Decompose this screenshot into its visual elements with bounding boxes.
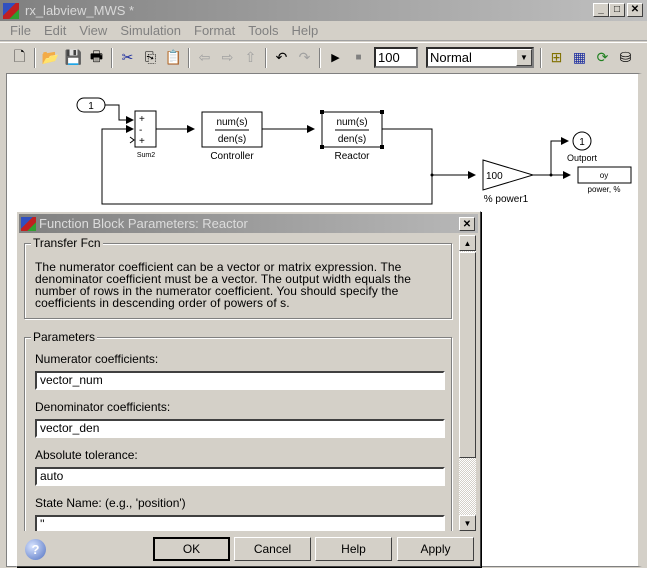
menu-tools[interactable]: Tools — [242, 23, 285, 38]
copy-icon[interactable]: ⎘ — [139, 47, 162, 69]
close-button[interactable]: ✕ — [627, 3, 643, 17]
reactor-den: den(s) — [338, 134, 366, 145]
gain-block[interactable]: 100 % power1 — [482, 159, 535, 205]
menu-format[interactable]: Format — [188, 23, 242, 38]
numerator-label: Numerator coefficients: — [35, 352, 159, 366]
build-icon[interactable]: ⛁ — [614, 47, 637, 69]
workspace-label: power, % — [588, 185, 621, 194]
workspace-variable: oy — [600, 171, 608, 180]
block-description: The numerator coefficient can be a vecto… — [35, 260, 412, 310]
window-title: rx_labview_MWS * — [25, 3, 135, 18]
toolbar-separator — [265, 47, 267, 68]
dialog-titlebar: Function Block Parameters: Reactor — [19, 214, 478, 233]
reactor-block[interactable]: num(s) den(s) Reactor — [320, 110, 384, 162]
transfer-fcn-group: Transfer Fcn The numerator coefficient c… — [24, 236, 452, 319]
dialog-title: Function Block Parameters: Reactor — [39, 216, 248, 231]
reactor-num: num(s) — [336, 117, 367, 128]
state-name-label: State Name: (e.g., 'position') — [35, 496, 186, 510]
save-icon[interactable]: 💾 — [62, 47, 85, 69]
block-parameters-dialog: Function Block Parameters: Reactor ✕ Tra… — [16, 211, 481, 567]
parameters-group: Parameters Numerator coefficients: vecto… — [24, 330, 452, 531]
sum-sign-3: + — [139, 136, 145, 147]
controller-block[interactable]: num(s) den(s) Controller — [201, 111, 263, 162]
parameters-heading: Parameters — [31, 330, 98, 344]
sum-block[interactable]: + - + Sum2 — [134, 110, 157, 159]
back-icon[interactable]: ⇦ — [193, 47, 216, 69]
print-icon[interactable]: 🖶 — [85, 47, 108, 69]
toolbar-separator — [188, 47, 190, 68]
stop-icon[interactable]: ■ — [347, 47, 370, 69]
controller-label: Controller — [210, 151, 254, 162]
menu-edit[interactable]: Edit — [38, 23, 73, 38]
new-icon[interactable]: 🗋 — [8, 47, 31, 69]
gain-label: % power1 — [484, 194, 529, 205]
dialog-close-button[interactable]: ✕ — [459, 217, 475, 231]
toolbar-separator — [540, 47, 542, 68]
absolute-tolerance-input[interactable]: auto — [35, 467, 445, 486]
open-icon[interactable]: 📂 — [39, 47, 62, 69]
transfer-fcn-heading: Transfer Fcn — [31, 236, 103, 250]
simulink-app-icon — [3, 2, 19, 19]
inport-block[interactable]: 1 — [76, 97, 106, 113]
forward-icon[interactable]: ⇨ — [216, 47, 239, 69]
outport-block[interactable]: 1 Outport — [567, 131, 598, 163]
toolbar-separator — [34, 47, 36, 68]
outport-label: Outport — [567, 153, 598, 163]
signal-line — [105, 104, 134, 124]
inport-label: 1 — [88, 101, 94, 112]
up-icon[interactable]: ⇧ — [239, 47, 262, 69]
simulation-mode-value: Normal — [430, 50, 472, 65]
sum-sign-1: + — [139, 114, 145, 125]
toolbar-separator — [319, 47, 321, 68]
maximize-button[interactable]: □ — [609, 3, 625, 17]
to-workspace-block[interactable]: oy power, % — [577, 166, 632, 194]
gain-value: 100 — [486, 171, 503, 182]
controller-den: den(s) — [218, 134, 246, 145]
update-diagram-icon[interactable]: ⟳ — [591, 47, 614, 69]
menu-help[interactable]: Help — [286, 23, 326, 38]
run-icon[interactable]: ▶ — [324, 47, 347, 69]
redo-icon[interactable]: ↷ — [293, 47, 316, 69]
help-button[interactable]: Help — [315, 537, 392, 561]
scrollbar-thumb[interactable] — [459, 252, 476, 458]
apply-button[interactable]: Apply — [397, 537, 474, 561]
toolbar-separator — [111, 47, 113, 68]
reactor-label: Reactor — [334, 151, 370, 162]
denominator-label: Denominator coefficients: — [35, 400, 171, 414]
cancel-button[interactable]: Cancel — [234, 537, 311, 561]
toolbar: 🗋 📂 💾 🖶 ✂ ⎘ 📋 ⇦ ⇨ ⇧ ↶ ↷ ▶ ■ 100 Normal ▼… — [0, 42, 647, 72]
ok-button[interactable]: OK — [153, 537, 230, 561]
stop-time-input[interactable]: 100 — [374, 47, 418, 68]
denominator-input[interactable]: vector_den — [35, 419, 445, 438]
undo-icon[interactable]: ↶ — [270, 47, 293, 69]
simulation-mode-select[interactable]: Normal ▼ — [426, 47, 534, 68]
help-question-icon[interactable]: ? — [25, 539, 46, 560]
paste-icon[interactable]: 📋 — [162, 47, 185, 69]
dialog-scrollbar[interactable]: ▲ ▼ — [459, 235, 476, 531]
scroll-up-arrow-icon[interactable]: ▲ — [459, 235, 476, 251]
chevron-down-icon[interactable]: ▼ — [516, 49, 532, 66]
outport-value: 1 — [579, 137, 585, 148]
model-explorer-icon[interactable]: ▦ — [568, 47, 591, 69]
sum-label: Sum2 — [137, 152, 155, 159]
menu-simulation[interactable]: Simulation — [114, 23, 188, 38]
dialog-content: Transfer Fcn The numerator coefficient c… — [20, 235, 460, 531]
signal-line — [382, 128, 476, 179]
dialog-app-icon — [21, 216, 36, 231]
cut-icon[interactable]: ✂ — [116, 47, 139, 69]
library-browser-icon[interactable]: ⊞ — [545, 47, 568, 69]
menu-file[interactable]: File — [4, 23, 38, 38]
numerator-input[interactable]: vector_num — [35, 371, 445, 390]
minimize-button[interactable]: _ — [593, 3, 609, 17]
controller-num: num(s) — [216, 117, 247, 128]
absolute-tolerance-label: Absolute tolerance: — [35, 448, 138, 462]
menu-view[interactable]: View — [73, 23, 114, 38]
state-name-input[interactable]: '' — [35, 515, 445, 531]
scroll-down-arrow-icon[interactable]: ▼ — [459, 515, 476, 531]
window-titlebar: rx_labview_MWS * _ □ ✕ — [0, 0, 647, 21]
signal-line — [533, 137, 569, 176]
menu-bar: File Edit View Simulation Format Tools H… — [0, 21, 647, 41]
sum-sign-2: - — [139, 125, 142, 136]
